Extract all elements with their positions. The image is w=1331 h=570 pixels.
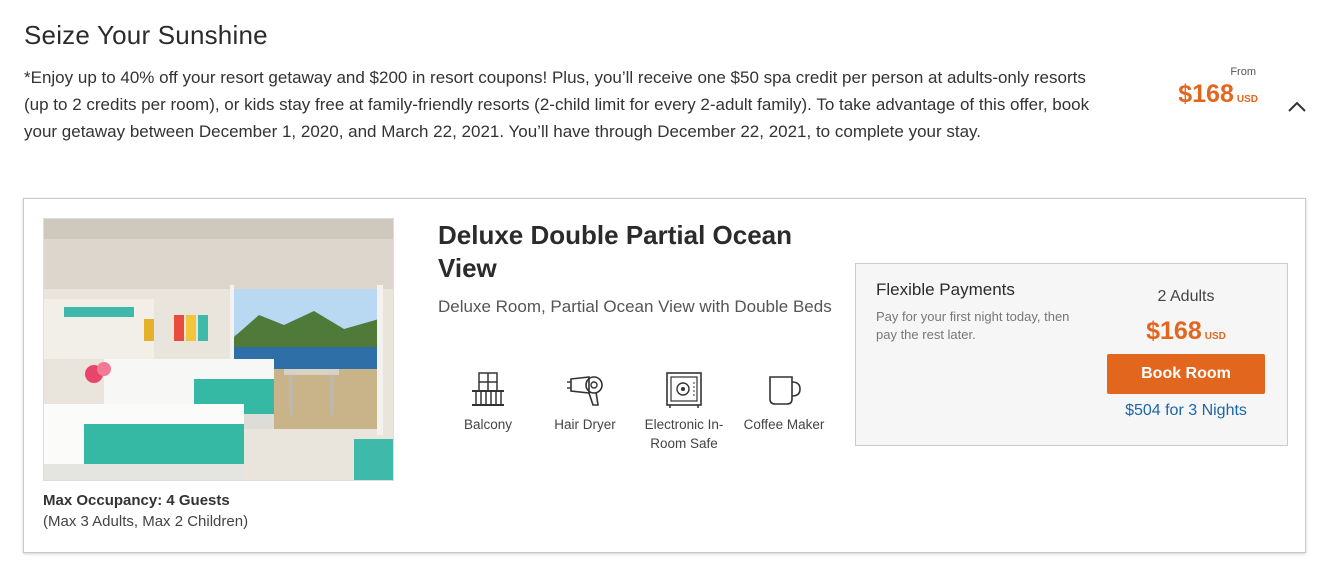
- amenity-label: Hair Dryer: [554, 417, 616, 432]
- occupancy-detail: (Max 3 Adults, Max 2 Children): [43, 513, 249, 530]
- amenity-coffee-maker: Coffee Maker: [734, 371, 834, 434]
- payment-description: Pay for your first night today, then pay…: [876, 309, 1070, 342]
- amenity-hair-dryer: Hair Dryer: [535, 371, 635, 434]
- collapse-offer-button[interactable]: [1284, 96, 1310, 118]
- from-price-currency: USD: [1236, 94, 1258, 105]
- amenity-label: Balcony: [463, 417, 513, 432]
- amenity-balcony: Balcony: [438, 371, 538, 434]
- offer-description: *Enjoy up to 40% off your resort getaway…: [24, 68, 1090, 141]
- room-subtitle: Deluxe Room, Partial Ocean View with Dou…: [438, 297, 832, 316]
- room-price-currency: USD: [1204, 331, 1226, 342]
- payment-title: Flexible Payments: [876, 280, 1015, 299]
- occupancy-info: Max Occupancy: 4 Guests (Max 3 Adults, M…: [43, 492, 248, 530]
- chevron-up-icon: [1288, 101, 1306, 112]
- from-label: From: [1230, 66, 1256, 78]
- book-room-button[interactable]: Book Room: [1107, 354, 1265, 394]
- room-card: Max Occupancy: 4 Guests (Max 3 Adults, M…: [23, 198, 1306, 553]
- from-price-amount: $168: [1178, 80, 1234, 108]
- room-photo-image: [44, 219, 393, 480]
- payment-box: Flexible Payments Pay for your first nig…: [855, 263, 1288, 446]
- from-price-block: From $168 USD: [1150, 66, 1258, 109]
- max-occupancy: Max Occupancy: 4 Guests: [43, 492, 230, 509]
- offer-title: Seize Your Sunshine: [24, 20, 268, 50]
- room-price: $168 USD: [1107, 317, 1265, 346]
- amenity-label: Electronic In-Room Safe: [644, 417, 724, 451]
- hair-dryer-icon: [565, 371, 605, 409]
- amenity-label: Coffee Maker: [743, 417, 825, 432]
- amenities-list: Balcony Hair Dryer Electronic In-Room Sa…: [438, 371, 838, 451]
- coffee-maker-icon: [764, 371, 804, 409]
- total-price-link[interactable]: $504 for 3 Nights: [1107, 402, 1265, 420]
- room-price-amount: $168: [1146, 317, 1202, 345]
- from-price: $168 USD: [1150, 80, 1258, 109]
- room-name: Deluxe Double Partial Ocean View: [438, 220, 793, 283]
- balcony-icon: [468, 371, 508, 409]
- room-photo[interactable]: [43, 218, 394, 481]
- amenity-safe: Electronic In-Room Safe: [634, 371, 734, 453]
- safe-icon: [664, 371, 704, 409]
- guest-count: 2 Adults: [1157, 288, 1215, 305]
